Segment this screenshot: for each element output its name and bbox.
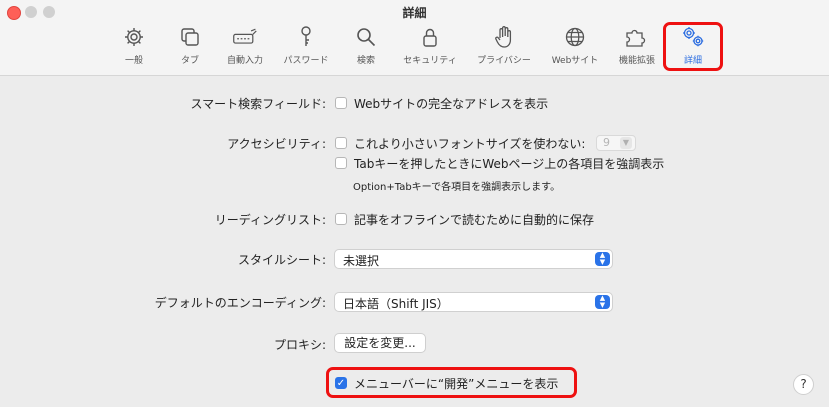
tab-security[interactable]: セキュリティ (399, 24, 461, 72)
window-title: 詳細 (402, 6, 427, 20)
show-full-address-text: Webサイトの完全なアドレスを表示 (354, 97, 549, 111)
min-font-size-popup[interactable]: 9 ▼ (596, 135, 636, 151)
highlight-develop-menu (326, 367, 577, 398)
tab-label: タブ (180, 56, 199, 66)
help-button[interactable]: ? (793, 374, 814, 395)
tab-label: 自動入力 (226, 56, 263, 66)
tab-highlight-text: Tabキーを押したときにWebページ上の各項目を強調表示 (354, 157, 665, 171)
autofill-icon (232, 24, 258, 50)
encoding-value: 日本語（Shift JIS） (343, 297, 449, 311)
tab-passwords[interactable]: パスワード (279, 24, 333, 72)
accessibility-label: アクセシビリティ: (227, 137, 326, 151)
tab-highlight-note: Option+Tabキーで各項目を強調表示します。 (353, 182, 561, 193)
preferences-toolbar: 詳細 一般 タブ 自動入力 パスワード 検索 セキュリティ プライバシー Web… (0, 0, 829, 76)
tab-general[interactable]: 一般 (118, 24, 150, 72)
tabs-icon (177, 24, 203, 50)
min-font-size-value: 9 (603, 136, 610, 149)
encoding-select[interactable]: 日本語（Shift JIS） ▲ ▼ (334, 292, 613, 312)
tab-privacy[interactable]: プライバシー (472, 24, 536, 72)
save-offline-text: 記事をオフラインで読むために自動的に保存 (354, 213, 595, 227)
gear-icon (121, 24, 147, 50)
tab-label: パスワード (283, 56, 329, 66)
tab-label: 機能拡張 (618, 56, 655, 66)
smart-search-label: スマート検索フィールド: (190, 97, 326, 111)
tab-label: プライバシー (477, 56, 531, 66)
stylesheet-label: スタイルシート: (237, 253, 326, 267)
stylesheet-value: 未選択 (343, 254, 380, 268)
reading-list-label: リーディングリスト: (214, 213, 326, 227)
hand-icon (491, 24, 517, 50)
stylesheet-select[interactable]: 未選択 ▲ ▼ (334, 249, 613, 269)
updown-chevron-icon: ▲ ▼ (595, 295, 610, 309)
globe-icon (562, 24, 588, 50)
tab-extensions[interactable]: 機能拡張 (615, 24, 659, 72)
lock-icon (417, 24, 443, 50)
save-offline-checkbox[interactable] (335, 213, 347, 225)
tab-search[interactable]: 検索 (350, 24, 382, 72)
puzzle-icon (624, 24, 650, 50)
search-icon (353, 24, 379, 50)
tab-tabs[interactable]: タブ (174, 24, 206, 72)
show-full-address-checkbox[interactable] (335, 97, 347, 109)
min-font-size-text: これより小さいフォントサイズを使わない: (354, 137, 586, 151)
change-proxy-settings-button[interactable]: 設定を変更... (334, 333, 426, 353)
tab-highlight-checkbox[interactable] (335, 157, 347, 169)
highlight-tab-advanced (663, 22, 723, 71)
tab-label: セキュリティ (403, 56, 457, 66)
tab-label: Webサイト (551, 56, 599, 66)
key-icon (293, 24, 319, 50)
min-font-size-checkbox[interactable] (335, 137, 347, 149)
tab-autofill[interactable]: 自動入力 (222, 24, 268, 72)
chevron-down-icon: ▼ (620, 137, 632, 149)
encoding-label: デフォルトのエンコーディング: (154, 296, 326, 310)
tab-label: 検索 (356, 56, 375, 66)
tab-label: 一般 (124, 56, 143, 66)
tab-websites[interactable]: Webサイト (547, 24, 603, 72)
proxy-label: プロキシ: (273, 338, 326, 352)
updown-chevron-icon: ▲ ▼ (595, 252, 610, 266)
